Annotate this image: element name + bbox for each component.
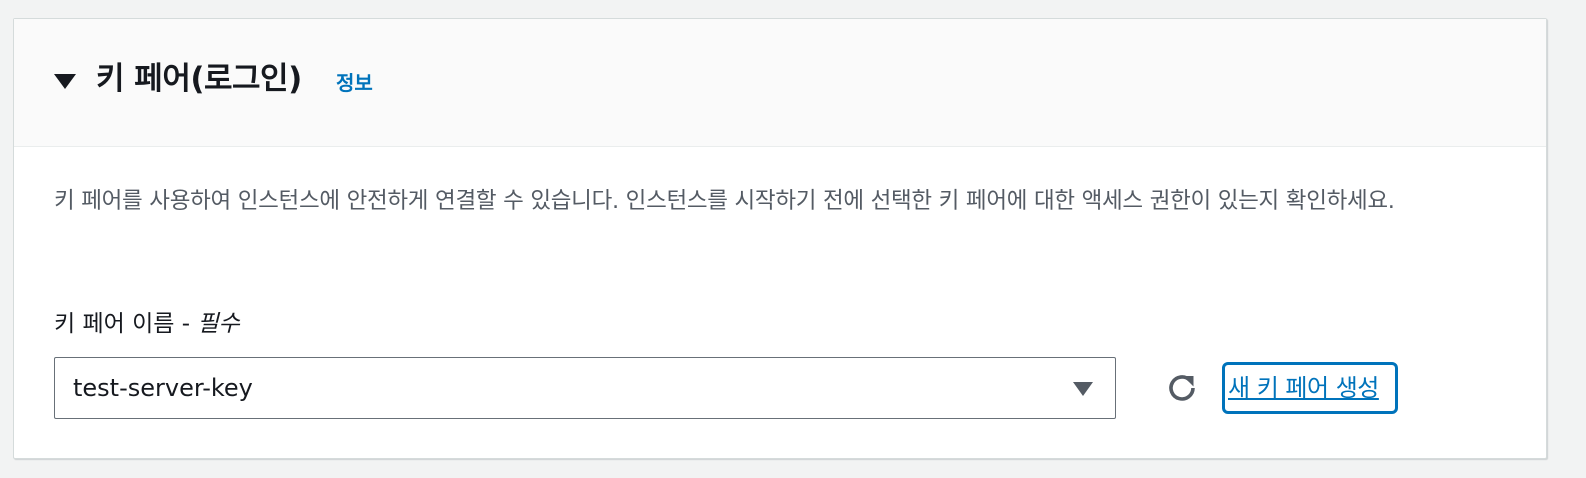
key-pair-select[interactable]: test-server-key: [54, 357, 1116, 419]
panel-title: 키 페어(로그인): [96, 61, 302, 97]
collapse-caret-icon[interactable]: [54, 74, 76, 89]
key-pair-panel: 키 페어(로그인) 정보 키 페어를 사용하여 인스턴스에 안전하게 연결할 수…: [13, 18, 1547, 459]
caret-down-icon: [1073, 382, 1093, 396]
required-label: 필수: [197, 311, 240, 337]
key-pair-name-label: 키 페어 이름 - 필수: [54, 307, 240, 341]
key-pair-selected-value: test-server-key: [73, 374, 253, 402]
field-label-text: 키 페어 이름 -: [54, 311, 198, 337]
create-key-pair-link-text: 새 키 페어 생성: [1228, 374, 1379, 402]
create-key-pair-link[interactable]: 새 키 페어 생성: [1222, 362, 1398, 414]
section-description: 키 페어를 사용하여 인스턴스에 안전하게 연결할 수 있습니다. 인스턴스를 …: [54, 188, 1395, 214]
panel-header: 키 페어(로그인) 정보: [14, 19, 1546, 147]
info-link[interactable]: 정보: [336, 69, 373, 97]
refresh-icon[interactable]: [1164, 370, 1200, 406]
